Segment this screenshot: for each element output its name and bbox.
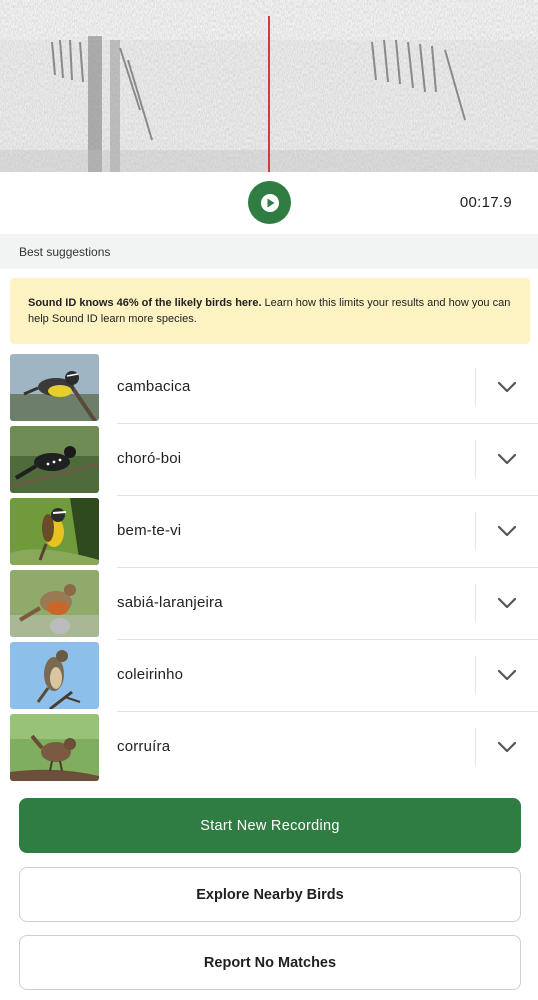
bird-photo xyxy=(10,498,99,565)
bird-name: sabiá-laranjeira xyxy=(117,594,223,611)
section-title: Best suggestions xyxy=(19,245,111,259)
divider xyxy=(117,495,538,496)
bird-photo xyxy=(10,354,99,421)
divider xyxy=(475,368,476,406)
spectrogram[interactable] xyxy=(0,0,538,172)
divider xyxy=(475,656,476,694)
bird-photo xyxy=(10,570,99,637)
bird-name: choró-boi xyxy=(117,450,182,467)
bird-photo xyxy=(10,642,99,709)
suggestion-list: cambacica choró-boi bem-te-vi sabiá-lara… xyxy=(0,354,538,786)
chevron-down-icon[interactable] xyxy=(496,595,518,611)
info-banner[interactable]: Sound ID knows 46% of the likely birds h… xyxy=(10,278,530,344)
chevron-down-icon[interactable] xyxy=(496,667,518,683)
report-no-matches-button[interactable]: Report No Matches xyxy=(19,935,521,990)
section-header: Best suggestions xyxy=(0,234,538,269)
play-icon xyxy=(260,193,279,212)
player-controls: 00:17.9 xyxy=(0,172,538,234)
bird-name: cambacica xyxy=(117,378,191,395)
explore-nearby-birds-button[interactable]: Explore Nearby Birds xyxy=(19,867,521,922)
divider xyxy=(117,423,538,424)
recording-time: 00:17.9 xyxy=(459,194,512,211)
divider xyxy=(475,440,476,478)
bird-photo xyxy=(10,426,99,493)
list-item[interactable]: cambacica xyxy=(0,354,538,426)
divider xyxy=(117,567,538,568)
bird-name: corruíra xyxy=(117,738,171,755)
list-item[interactable]: sabiá-laranjeira xyxy=(0,570,538,642)
chevron-down-icon[interactable] xyxy=(496,739,518,755)
list-item[interactable]: choró-boi xyxy=(0,426,538,498)
list-item[interactable]: bem-te-vi xyxy=(0,498,538,570)
playhead-marker[interactable] xyxy=(268,16,270,172)
divider xyxy=(475,728,476,766)
divider xyxy=(475,512,476,550)
banner-bold-text: Sound ID knows 46% of the likely birds h… xyxy=(28,297,262,309)
list-item[interactable]: coleirinho xyxy=(0,642,538,714)
bird-photo xyxy=(10,714,99,781)
divider xyxy=(117,711,538,712)
bird-name: coleirinho xyxy=(117,666,184,683)
start-new-recording-button[interactable]: Start New Recording xyxy=(19,798,521,853)
bird-name: bem-te-vi xyxy=(117,522,182,539)
play-button[interactable] xyxy=(248,181,291,224)
list-item[interactable]: corruíra xyxy=(0,714,538,786)
chevron-down-icon[interactable] xyxy=(496,523,518,539)
chevron-down-icon[interactable] xyxy=(496,379,518,395)
divider xyxy=(117,639,538,640)
divider xyxy=(475,584,476,622)
chevron-down-icon[interactable] xyxy=(496,451,518,467)
